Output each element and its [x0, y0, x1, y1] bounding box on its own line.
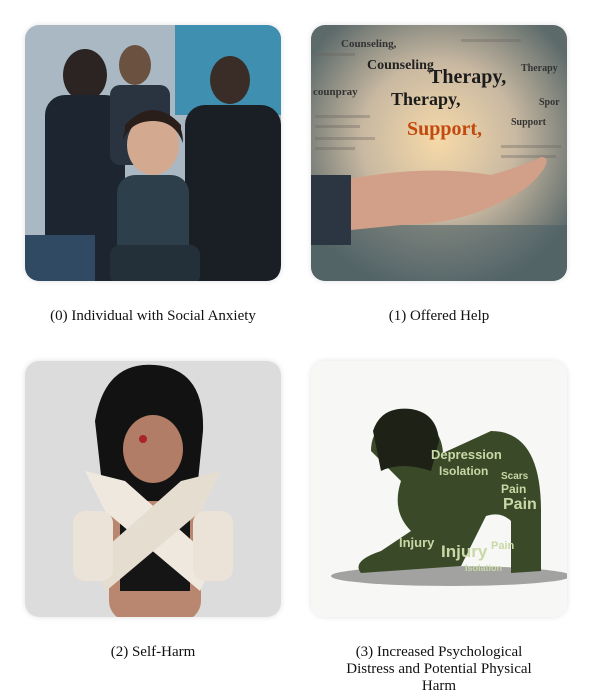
- word-injury-2: Injury: [441, 542, 488, 561]
- panel-2-caption: (2) Self-Harm: [110, 644, 196, 660]
- panel-1-caption: (1) Offered Help: [388, 308, 490, 324]
- word-injury-1: Injury: [399, 535, 435, 550]
- word-figure-image: Depression Isolation Scars Pain Pain Inj…: [311, 361, 567, 617]
- word-support-1: Support,: [407, 118, 482, 140]
- word-depression: Depression: [431, 447, 502, 462]
- word-support-2: Support: [511, 117, 547, 128]
- word-therapy-3: Therapy: [521, 63, 558, 74]
- word-scars: Scars: [501, 471, 529, 482]
- panel-3-caption: (3) Increased Psychological Distress and…: [346, 644, 532, 694]
- word-therapy-2: Therapy,: [391, 89, 461, 109]
- word-isolation-1: Isolation: [439, 464, 488, 478]
- word-therapy-1: Therapy,: [429, 66, 506, 88]
- word-counpray: counpray: [313, 86, 358, 98]
- open-hand-with-words-image: Counseling, Counseling Therapy, Therapy,…: [311, 25, 567, 281]
- word-pain-1: Pain: [501, 482, 526, 496]
- panel-0-caption: (0) Individual with Social Anxiety: [50, 308, 256, 324]
- word-isolation-2: Isolation: [465, 563, 502, 573]
- person-in-crowd-image: [25, 25, 281, 281]
- word-spor: Spor: [539, 97, 560, 108]
- word-pain-3: Pain: [491, 540, 515, 552]
- word-pain-2: Pain: [503, 496, 537, 513]
- word-counseling-1: Counseling,: [341, 38, 397, 50]
- bandaged-arms-image: [25, 361, 281, 617]
- word-counseling-2: Counseling: [367, 58, 434, 73]
